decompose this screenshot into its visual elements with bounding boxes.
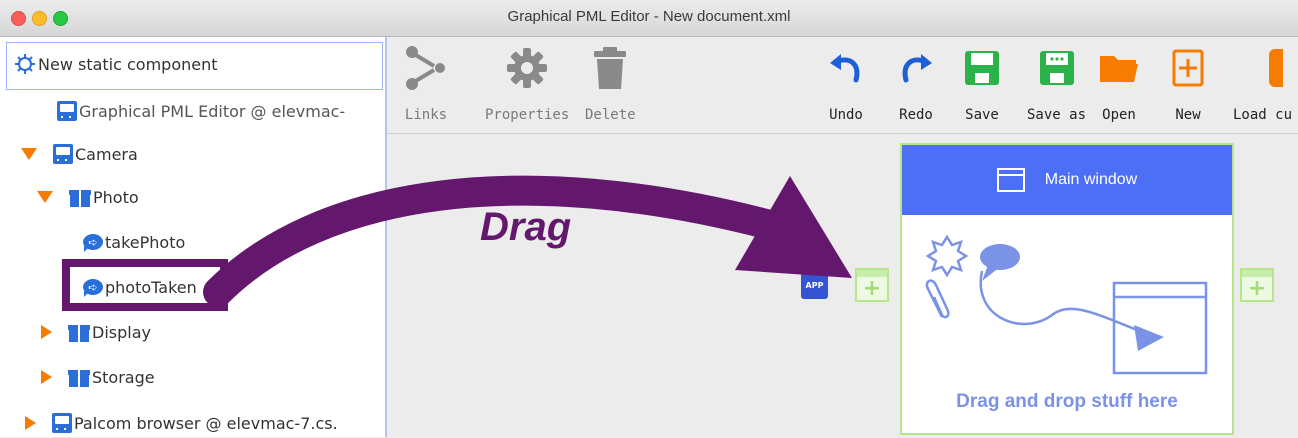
drag-annotation-label: Drag (480, 205, 572, 249)
drag-source-highlight (62, 259, 228, 311)
drag-annotation-arrow (203, 175, 852, 307)
